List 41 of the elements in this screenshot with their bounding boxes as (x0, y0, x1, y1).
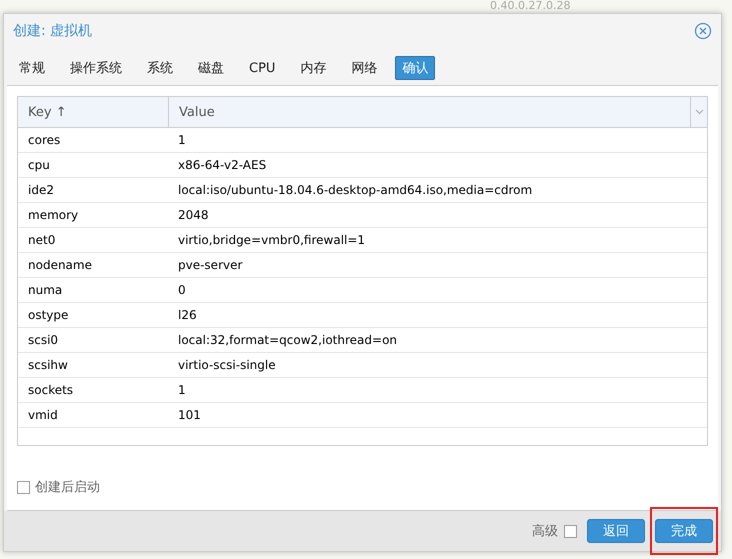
table-cell-text: ostype (27, 307, 70, 324)
checkbox-label: 创建后启动 (35, 479, 100, 496)
table-cell-text: 1 (177, 132, 187, 149)
tab[interactable]: 磁盘 (191, 56, 231, 80)
table-cell-text: memory (27, 207, 80, 224)
checkbox[interactable] (564, 524, 577, 538)
table-cell-text: local:iso/ubuntu-18.04.6-desktop-amd64.iso,media=cdrom (177, 182, 534, 199)
checkbox[interactable] (17, 480, 30, 494)
table-cell-text: sockets (27, 382, 74, 399)
table-cell-text: cpu (27, 157, 51, 174)
checkbox-label: 高级 (532, 523, 558, 540)
table-cell-text: pve-server (177, 257, 244, 274)
column-header[interactable]: Value (169, 97, 690, 127)
table-cell-text: scsihw (27, 357, 69, 374)
table-cell-text: virtio,bridge=vmbr0,firewall=1 (177, 232, 366, 249)
tab[interactable]: 常规 (12, 56, 52, 80)
table-cell-text: nodename (27, 257, 93, 274)
table-cell-text: numa (27, 282, 64, 299)
tab[interactable]: 操作系统 (63, 56, 129, 80)
table-cell-text: 0 (177, 282, 187, 299)
table-cell-text: 101 (177, 407, 202, 424)
caret-icon (694, 109, 704, 115)
tab[interactable]: 网络 (344, 56, 384, 80)
table-cell-text: net0 (27, 232, 56, 249)
tab[interactable]: 系统 (140, 56, 180, 80)
table-cell-text: ide2 (27, 182, 55, 199)
table-cell-text: virtio-scsi-single (177, 357, 277, 374)
close-icon[interactable] (694, 22, 712, 40)
window-title: 创建: 虚拟机 (13, 22, 92, 40)
table-cell-text: vmid (27, 407, 59, 424)
table-cell-text: 2048 (177, 207, 210, 224)
table-cell-text: x86-64-v2-AES (177, 157, 268, 174)
background-text: 0.40.0.27.0.28 (490, 0, 570, 12)
table-cell-text: scsi0 (27, 332, 60, 349)
table-cell-text: local:32,format=qcow2,iothread=on (177, 332, 398, 349)
table-cell-text: cores (27, 132, 62, 149)
table-cell-text: l26 (177, 307, 198, 324)
table-cell-text: 1 (177, 382, 187, 399)
column-header[interactable]: Key ↑ (18, 97, 169, 127)
tab[interactable]: CPU (242, 56, 282, 80)
tab[interactable]: 内存 (293, 56, 334, 80)
